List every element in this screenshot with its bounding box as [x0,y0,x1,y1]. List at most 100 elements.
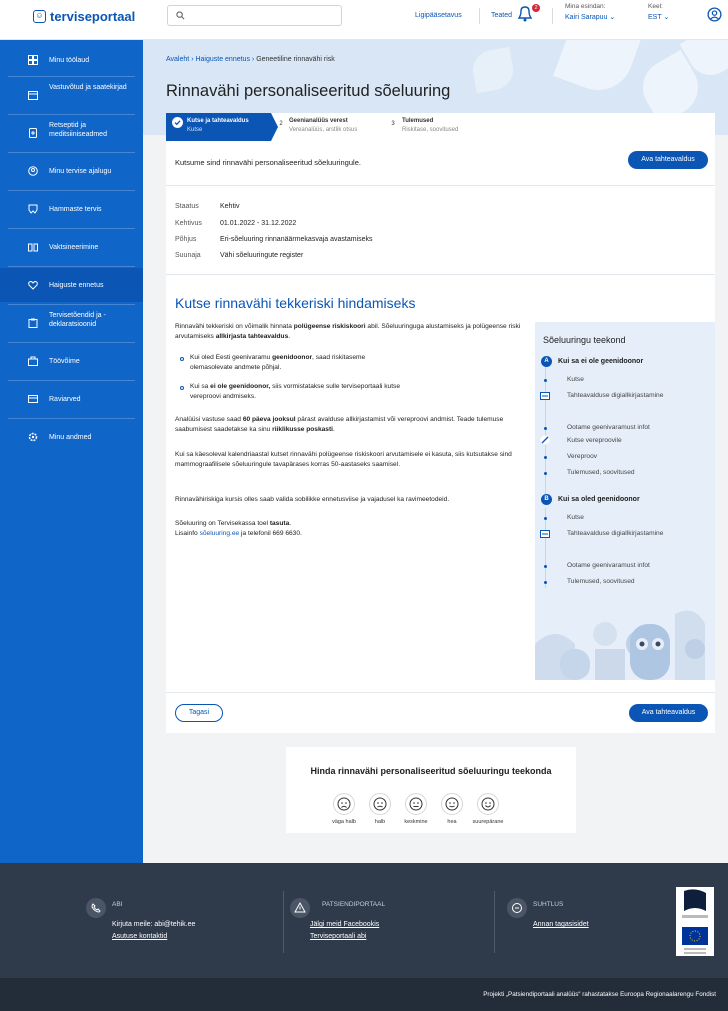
sidebar-item-work-ability[interactable]: Töövõime [0,344,143,378]
footer: ABI Kirjuta meile: abi@tehik.ee Asutuse … [0,863,728,978]
detail-label: Kehtivus [175,220,202,227]
divider [8,380,135,381]
representing-select[interactable]: Mina esindan: Kairi Sarapuu ⌄ [565,3,615,21]
pill-icon [29,128,37,138]
step-1[interactable]: Kutse ja tahteavaldus Kutse [166,113,271,141]
sidebar-item-health-history[interactable]: Minu tervise ajalugu [0,154,143,188]
step-dot [544,581,547,584]
sidebar-item-appointments[interactable]: Vastuvõtud ja saatekirjad [0,78,143,112]
journey-step: Tahteavalduse digiallkirjastamine [567,392,664,399]
journey-step: Kutse [567,514,584,521]
step-number: 3 [391,121,395,127]
footer-portal-title: PATSIENDIPORTAAL [322,901,386,908]
step-dot [544,517,547,520]
language-select[interactable]: Keel: EST ⌄ [648,3,669,21]
free-paragraph: Sõeluuring on Tervisekassa toel tasuta. [175,520,292,527]
sidebar-item-disease-prevention[interactable]: Haiguste ennetus [0,268,143,302]
step-dot [544,472,547,475]
info-link[interactable]: sõeluuring.ee [200,530,240,537]
clipboard-icon [28,318,38,328]
footer-facebook-link[interactable]: Jälgi meid Facebookis [310,921,379,928]
journey-step: Vereproov [567,453,598,460]
logo-icon: ☺ [33,10,46,23]
sidebar-item-my-data[interactable]: Minu andmed [0,420,143,454]
detail-value: 01.01.2022 - 31.12.2022 [220,220,297,227]
detail-label: Suunaja [175,252,201,259]
stepper: Kutse ja tahteavaldus Kutse 2 Geenianalü… [166,113,715,141]
back-button[interactable]: Tagasi [175,704,223,722]
sidebar-item-dental[interactable]: Hammaste tervis [0,192,143,226]
sidebar-item-label: Minu tervise ajalugu [49,168,112,175]
divider [8,304,135,305]
sidebar: Minu töölaud Vastuvõtud ja saatekirjad R… [0,40,143,863]
step-dot [544,379,547,382]
journey-step: Kutse [567,376,584,383]
very-bad-face-icon[interactable] [333,793,355,815]
divider [166,185,715,186]
mammography-paragraph: Kui sa käesoleval kalendriaastal kutset … [175,451,512,468]
journey-step: Ootame geenivaramust infot [567,424,650,431]
group-b-title: Kui sa oled geenidoonor [558,496,640,503]
top-header: ☺ terviseportaal Ligipääsetavus Teated 2… [0,0,728,40]
sidebar-item-label: Minu andmed [49,434,92,441]
footer-feedback-link[interactable]: Annan tagasisidet [533,921,589,928]
step-subtitle: Riskitase, soovitused [402,127,459,133]
owl-illustration [535,610,705,680]
representing-value: Kairi Sarapuu [565,14,608,21]
language-label: Keel: [648,3,663,10]
footer-help-link[interactable]: Terviseportaali abi [310,933,366,940]
footer-contact-title: SUHTLUS [533,901,564,908]
divider [8,266,135,267]
footer-contacts-link[interactable]: Asutuse kontaktid [112,933,167,940]
sidebar-item-dashboard[interactable]: Minu töölaud [0,46,143,74]
divider [8,228,135,229]
rating-label: suurepärane [472,819,504,825]
detail-label: Põhjus [175,236,197,243]
good-face-icon[interactable] [441,793,463,815]
bad-face-icon[interactable] [369,793,391,815]
journey-step: Tulemused, soovitused [567,578,635,585]
divider [166,692,715,693]
page-title: Rinnavähi personaliseeritud sõeluuring [166,82,451,100]
notifications-link[interactable]: Teated [491,12,512,19]
journey-title: Sõeluuringu teekond [543,335,626,345]
sidebar-item-certificates[interactable]: Tervisetõendid ja -deklaratsioonid [0,306,143,340]
logo[interactable]: ☺ terviseportaal [33,9,135,24]
list-item: Kui oled Eesti geenivaramu geenidoonor, … [190,354,366,371]
accessibility-link[interactable]: Ligipääsetavus [415,12,462,19]
breadcrumb-current: Geneetiline rinnavähi risk [256,56,335,63]
divider [8,190,135,191]
excellent-face-icon[interactable] [477,793,499,815]
detail-label: Staatus [175,203,199,210]
dashboard-icon [28,55,38,65]
bullet-icon [180,386,184,390]
invoice-icon [28,395,38,403]
journey-step: Kutse vereproovile [567,437,622,444]
step-subtitle: Kutse [187,127,203,133]
breadcrumb-home[interactable]: Avaleht [166,56,189,63]
journey-step: Tulemused, soovitused [567,469,635,476]
sidebar-item-prescriptions[interactable]: Retseptid ja meditsiiniseadmed [0,116,143,150]
divider [494,891,495,953]
open-consent-button[interactable]: Ava tahteavaldus [628,151,708,169]
sidebar-item-vaccination[interactable]: Vaktsineerimine [0,230,143,264]
step-dot [544,427,547,430]
search-icon [176,11,185,20]
leaf-decoration [553,40,643,100]
divider [283,891,284,953]
alert-icon [290,898,310,918]
breadcrumb-section[interactable]: Haiguste ennetus [195,56,249,63]
open-consent-button[interactable]: Ava tahteavaldus [629,704,708,722]
journey-panel: Sõeluuringu teekond A Kui sa ei ole geen… [535,322,715,680]
step-title: Kutse ja tahteavaldus [187,118,249,124]
bottom-bar: Projekti „Patsiendiportaali analüüs“ rah… [0,978,728,1011]
chevron-down-icon: ⌄ [663,14,670,21]
user-icon[interactable] [707,7,722,22]
neutral-face-icon[interactable] [405,793,427,815]
signature-icon [540,530,550,538]
history-icon [28,166,38,176]
sidebar-item-invoices[interactable]: Raviarved [0,382,143,416]
step-subtitle: Vereanalüüs, arstlik otsus [289,127,358,133]
search-input[interactable] [167,5,342,26]
sidebar-item-label: Haiguste ennetus [49,282,104,289]
